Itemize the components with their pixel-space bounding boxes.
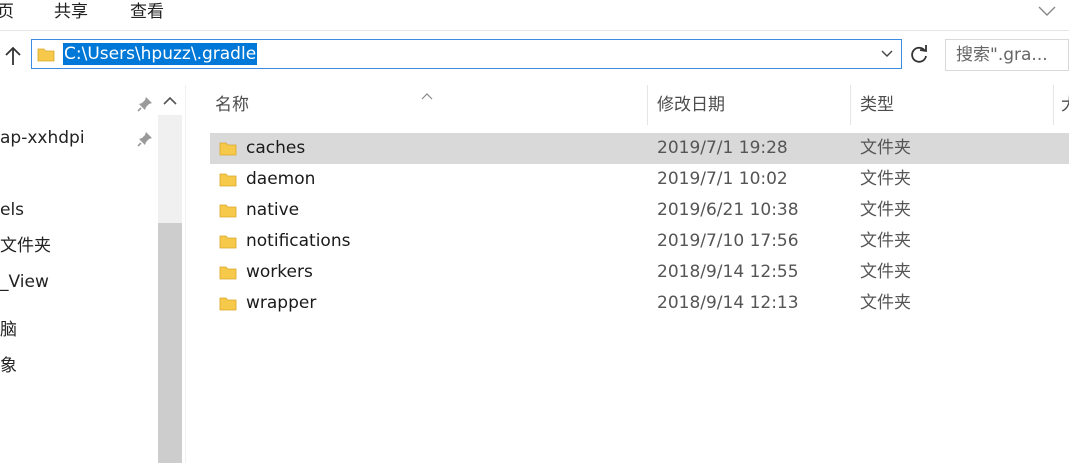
folder-icon <box>37 46 55 62</box>
column-header-type[interactable]: 类型 <box>860 85 894 125</box>
nav-item-view[interactable]: _View <box>0 270 49 294</box>
pin-icon[interactable] <box>136 95 154 113</box>
file-date: 2019/7/1 19:28 <box>657 138 788 158</box>
folder-icon <box>219 295 237 311</box>
folder-icon <box>219 140 237 156</box>
chevron-up-icon[interactable] <box>160 91 180 111</box>
file-type: 文件夹 <box>860 200 911 220</box>
search-placeholder: 搜索".gra... <box>956 45 1048 65</box>
file-type: 文件夹 <box>860 169 911 189</box>
file-name: wrapper <box>246 293 317 313</box>
refresh-icon[interactable] <box>905 41 933 69</box>
file-type: 文件夹 <box>860 293 911 313</box>
up-arrow-icon[interactable] <box>0 43 26 69</box>
file-type: 文件夹 <box>860 138 911 158</box>
nav-item-els[interactable]: els <box>0 198 24 222</box>
column-header-size[interactable]: 大 <box>1061 85 1069 125</box>
tab-home[interactable]: 页 <box>0 0 14 24</box>
file-list: 名称 修改日期 类型 大 caches 2019/7/1 19:28 文件夹 d… <box>186 85 1069 463</box>
file-type: 文件夹 <box>860 231 911 251</box>
table-row[interactable]: caches 2019/7/1 19:28 文件夹 <box>210 133 1069 164</box>
file-type: 文件夹 <box>860 262 911 282</box>
table-row[interactable]: daemon 2019/7/1 10:02 文件夹 <box>210 164 1069 195</box>
file-date: 2019/7/1 10:02 <box>657 169 788 189</box>
folder-icon <box>219 202 237 218</box>
nav-scrollbar-thumb[interactable] <box>158 223 182 463</box>
search-input[interactable]: 搜索".gra... <box>945 39 1069 71</box>
file-name: notifications <box>246 231 351 251</box>
file-name: daemon <box>246 169 316 189</box>
nav-item-objects[interactable]: 象 <box>0 354 17 378</box>
expand-ribbon-chevron-icon[interactable] <box>1035 0 1059 22</box>
address-bar[interactable]: C:\Users\hpuzz\.gradle <box>31 39 902 69</box>
table-row[interactable]: native 2019/6/21 10:38 文件夹 <box>210 195 1069 226</box>
tab-view[interactable]: 查看 <box>130 0 164 24</box>
tab-share[interactable]: 共享 <box>54 0 88 24</box>
nav-item-folder[interactable]: 文件夹 <box>0 234 51 258</box>
chevron-down-icon[interactable] <box>877 44 897 64</box>
file-name: caches <box>246 138 306 158</box>
column-header-name[interactable]: 名称 <box>215 85 249 125</box>
address-row: C:\Users\hpuzz\.gradle 搜索".gra... <box>0 37 1069 75</box>
pin-icon[interactable] <box>136 130 154 148</box>
file-date: 2018/9/14 12:13 <box>657 293 799 313</box>
folder-icon <box>219 171 237 187</box>
file-date: 2019/6/21 10:38 <box>657 200 799 220</box>
file-date: 2019/7/10 17:56 <box>657 231 799 251</box>
ribbon-bar: 页 共享 查看 <box>0 0 1069 31</box>
navigation-pane: ap-xxhdpi els 文件夹 _View 脑 象 <box>0 85 186 463</box>
table-row[interactable]: workers 2018/9/14 12:55 文件夹 <box>210 257 1069 288</box>
address-path-text[interactable]: C:\Users\hpuzz\.gradle <box>63 43 258 65</box>
sort-ascending-icon <box>420 85 434 100</box>
column-header-date[interactable]: 修改日期 <box>657 85 725 125</box>
column-divider[interactable] <box>850 85 851 125</box>
nav-item-ap-xxhdpi[interactable]: ap-xxhdpi <box>0 126 85 150</box>
nav-item-computer[interactable]: 脑 <box>0 318 17 342</box>
column-divider[interactable] <box>1053 85 1054 125</box>
file-date: 2018/9/14 12:55 <box>657 262 799 282</box>
folder-icon <box>219 264 237 280</box>
folder-icon <box>219 233 237 249</box>
column-divider[interactable] <box>647 85 648 125</box>
file-name: native <box>246 200 300 220</box>
table-row[interactable]: notifications 2019/7/10 17:56 文件夹 <box>210 226 1069 257</box>
file-name: workers <box>246 262 313 282</box>
table-row[interactable]: wrapper 2018/9/14 12:13 文件夹 <box>210 288 1069 319</box>
